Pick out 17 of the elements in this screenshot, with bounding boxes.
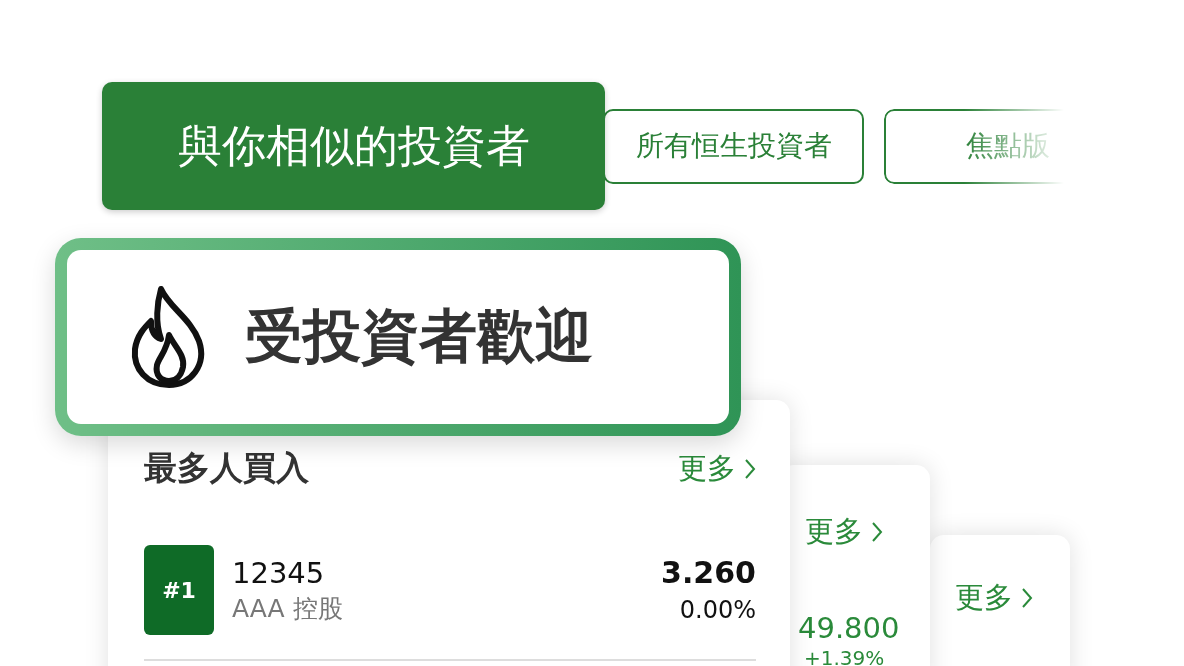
banner-title: 受投資者歡迎 (245, 301, 593, 372)
stock-price: 49.800 (798, 610, 901, 646)
tab[interactable]: 所有恒生投資者 (603, 108, 864, 184)
chevron-icon (1021, 587, 1033, 609)
chevron-icon (871, 521, 883, 543)
more-link[interactable]: 更多 (678, 448, 736, 489)
chevron-icon (744, 457, 756, 480)
more-link[interactable]: 更多 (805, 512, 863, 552)
stock-name: AAA 控股 (232, 593, 344, 625)
price-change: +1.39% (804, 646, 886, 666)
more-link[interactable]: 更多 (955, 578, 1013, 618)
card-title: 最多人買入 (144, 447, 309, 489)
stock-code: 12345 (232, 555, 326, 592)
tab[interactable]: 與你相似的投資者 (102, 82, 605, 210)
stock-price: 3.260 (661, 554, 756, 592)
price-change: 0.00% (679, 595, 756, 626)
rank-badge: #1 (144, 545, 214, 635)
